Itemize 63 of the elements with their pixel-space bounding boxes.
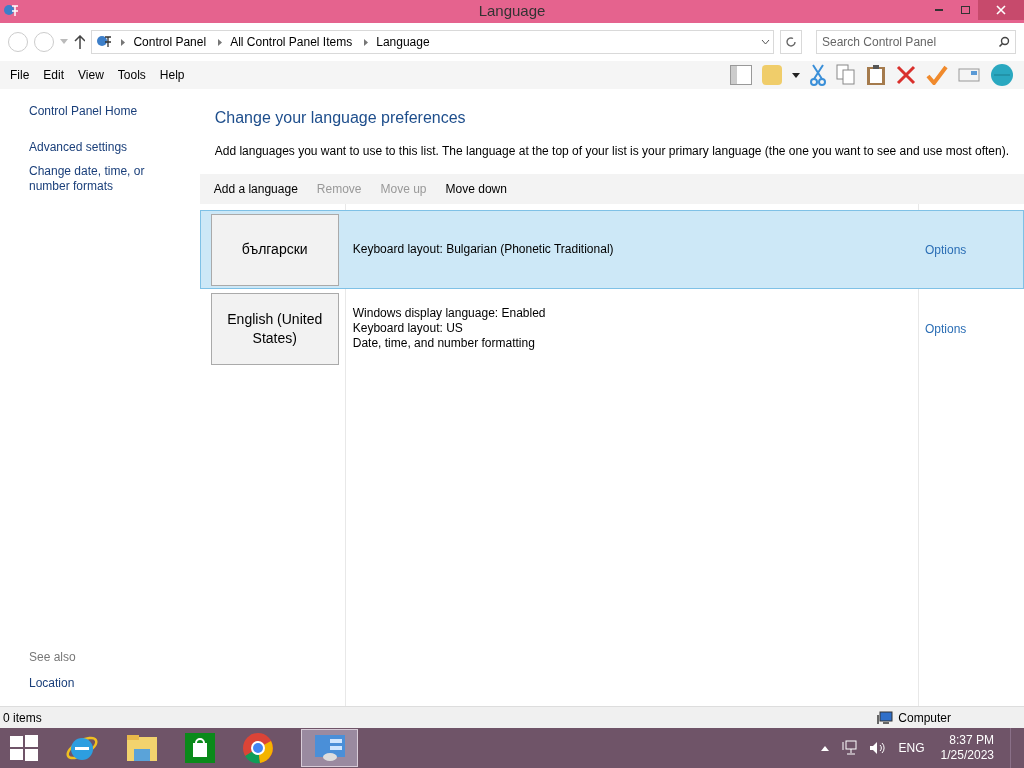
description-text: Add languages you want to use to this list. The language at the top of your list is your primary language (the one you want to see and use most often).: [213, 143, 1010, 160]
toolbar-button[interactable]: Add a language: [213, 180, 298, 198]
show-hidden-icons-icon[interactable]: [820, 745, 829, 751]
language-detail: Keyboard layout: Bulgarian (Phonetic Traditional): [352, 242, 615, 257]
chrome-icon[interactable]: [242, 732, 274, 764]
control-panel-taskbar-button[interactable]: [301, 729, 358, 767]
language-detail: Windows display language: Enabled: [352, 306, 547, 321]
computer-icon: [877, 710, 894, 725]
sidebar-link[interactable]: Advanced settings: [29, 140, 171, 155]
options-link[interactable]: Options: [925, 319, 1023, 338]
breadcrumb[interactable]: Language: [376, 33, 430, 51]
close-button[interactable]: [978, 0, 1024, 20]
breadcrumb[interactable]: Control Panel: [133, 33, 207, 51]
language-row[interactable]: български Keyboard layout: Bulgarian (Phonetic Traditional) Options: [199, 210, 1024, 289]
windows-logo-icon[interactable]: [10, 735, 38, 761]
speaker-icon[interactable]: [868, 741, 887, 755]
control-panel-icon: [313, 734, 346, 762]
language-tile[interactable]: български: [210, 213, 339, 286]
toolbar-button[interactable]: Move down: [445, 180, 507, 198]
menu-item[interactable]: Help: [159, 66, 185, 84]
sidebar-link[interactable]: Change date, time, or number formats: [29, 164, 171, 194]
see-also-heading: See also: [29, 649, 77, 666]
network-icon[interactable]: [840, 740, 857, 756]
chevron-icon: [121, 38, 126, 46]
delete-icon[interactable]: [896, 65, 916, 85]
search-field[interactable]: Search Control Panel: [816, 30, 1016, 54]
up-arrow-icon[interactable]: [73, 35, 86, 49]
language-icon: [3, 3, 19, 19]
language-row[interactable]: English (United States) Windows display language: Enabled Keyboard layout: US Date, time, and number formatting Options: [199, 289, 1024, 368]
menu-item[interactable]: File: [10, 66, 30, 84]
checkmark-icon[interactable]: [926, 65, 948, 85]
language-detail: Keyboard layout: US: [352, 321, 464, 336]
clock[interactable]: 8:37 PM 1/25/2023: [936, 733, 998, 763]
sidebar-link[interactable]: Control Panel Home: [29, 104, 171, 119]
language-detail: Date, time, and number formatting: [352, 336, 536, 351]
menu-item[interactable]: Edit: [43, 66, 65, 84]
status-text: 0 items: [3, 709, 42, 727]
options-link[interactable]: Options: [925, 240, 1023, 259]
globe-icon[interactable]: [990, 63, 1014, 87]
search-icon: [998, 36, 1010, 48]
refresh-button[interactable]: [780, 30, 802, 54]
location-text: Computer: [898, 709, 951, 727]
close-icon: [996, 5, 1006, 15]
chevron-icon: [364, 38, 369, 46]
breadcrumb[interactable]: All Control Panel Items: [230, 33, 353, 51]
chevron-icon: [218, 38, 223, 46]
scissors-icon[interactable]: [810, 64, 826, 86]
dropdown-icon[interactable]: [792, 72, 800, 78]
menu-item[interactable]: View: [78, 66, 104, 84]
card-icon[interactable]: [958, 67, 980, 83]
window-title: Language: [478, 1, 546, 22]
sidebar-link[interactable]: Location: [29, 674, 171, 692]
clipboard-icon[interactable]: [866, 64, 886, 86]
layout-icon[interactable]: [730, 65, 752, 85]
menu-item[interactable]: Tools: [117, 66, 146, 84]
input-language-indicator[interactable]: ENG: [898, 739, 925, 757]
copy-icon[interactable]: [836, 64, 856, 86]
language-tile[interactable]: English (United States): [210, 292, 339, 365]
store-icon[interactable]: [185, 733, 215, 763]
address-bar[interactable]: Control Panel All Control Panel Items Language: [91, 30, 775, 54]
refresh-icon: [785, 36, 798, 48]
language-icon: [95, 34, 114, 50]
page-heading: Change your language preferences: [213, 108, 467, 128]
